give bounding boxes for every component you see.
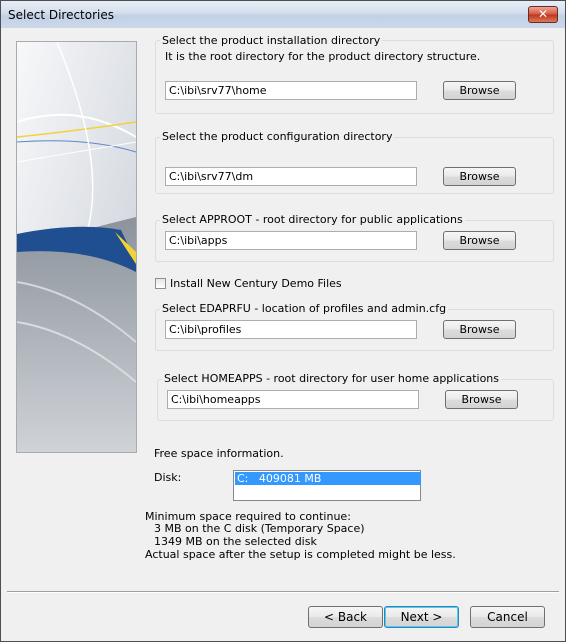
approot-label: Select APPROOT - root directory for publ… (160, 213, 465, 226)
select-directories-dialog: Select Directories ✕ Select the product … (0, 0, 566, 642)
close-icon: ✕ (537, 7, 549, 21)
demo-files-checkbox[interactable] (155, 278, 166, 289)
selected-disk-space-text: 1349 MB on the selected disk (154, 535, 317, 548)
install-dir-description: It is the root directory for the product… (165, 50, 481, 63)
edaprfu-label: Select EDAPRFU - location of profiles an… (160, 302, 449, 315)
edaprfu-browse-button[interactable]: Browse (443, 320, 516, 339)
approot-input[interactable]: C:\ibi\apps (165, 231, 417, 250)
close-button[interactable]: ✕ (528, 6, 558, 23)
homeapps-input[interactable]: C:\ibi\homeapps (167, 390, 419, 409)
title-bar: Select Directories ✕ (1, 1, 565, 28)
install-dir-input[interactable]: C:\ibi\srv77\home (165, 81, 417, 100)
back-button[interactable]: < Back (308, 606, 383, 628)
install-dir-browse-button[interactable]: Browse (443, 81, 516, 100)
config-dir-browse-button[interactable]: Browse (443, 167, 516, 186)
temp-space-text: 3 MB on the C disk (Temporary Space) (154, 522, 365, 535)
demo-files-label: Install New Century Demo Files (170, 277, 342, 290)
config-dir-input[interactable]: C:\ibi\srv77\dm (165, 167, 417, 186)
actual-space-note: Actual space after the setup is complete… (145, 548, 456, 561)
cancel-button[interactable]: Cancel (470, 606, 545, 628)
disk-label: Disk: (154, 471, 182, 484)
disk-list[interactable]: C: 409081 MB (233, 470, 421, 501)
next-button[interactable]: Next > (384, 606, 459, 628)
config-dir-label: Select the product configuration directo… (160, 130, 395, 143)
approot-browse-button[interactable]: Browse (443, 231, 516, 250)
window-title: Select Directories (8, 8, 115, 22)
homeapps-browse-button[interactable]: Browse (445, 390, 518, 409)
install-dir-label: Select the product installation director… (160, 34, 383, 47)
free-space-title: Free space information. (154, 447, 284, 460)
footer-separator (7, 591, 559, 593)
homeapps-label: Select HOMEAPPS - root directory for use… (162, 372, 501, 385)
banner-graphic (16, 41, 137, 453)
dialog-body: Select the product installation director… (7, 28, 559, 634)
edaprfu-input[interactable]: C:\ibi\profiles (165, 320, 417, 339)
disk-list-item-c[interactable]: C: 409081 MB (235, 472, 421, 485)
